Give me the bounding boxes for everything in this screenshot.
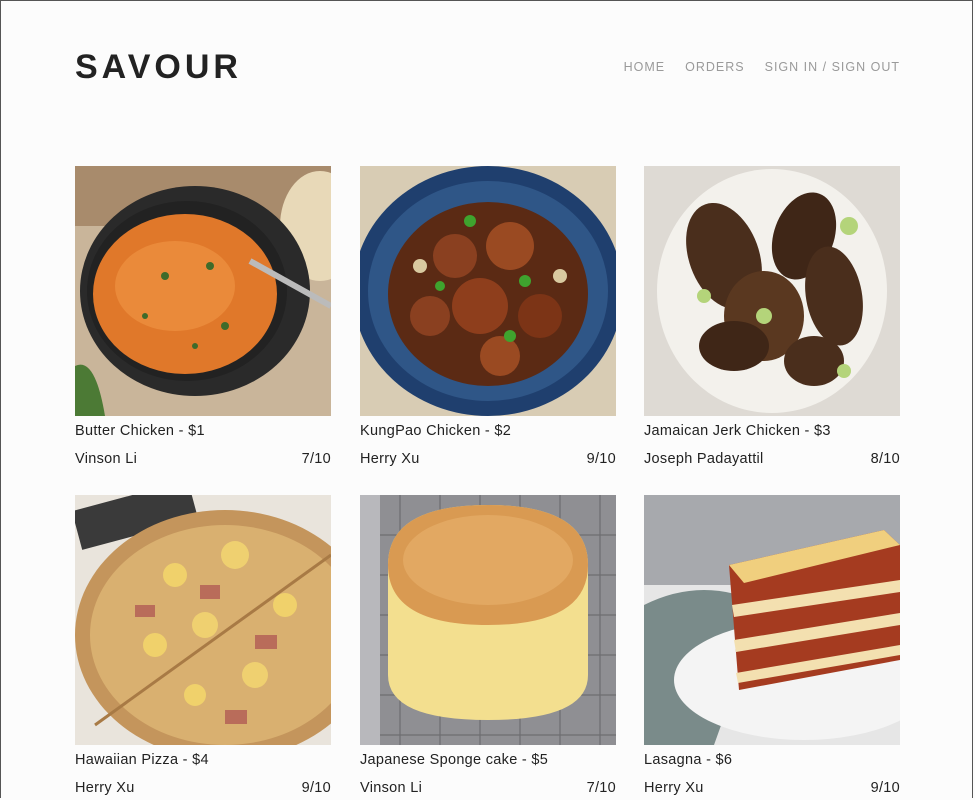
dish-author: Vinson Li	[360, 780, 423, 796]
dish-title[interactable]: Lasagna - $6	[644, 752, 900, 770]
dish-author: Joseph Padayattil	[644, 451, 764, 467]
dish-title[interactable]: KungPao Chicken - $2	[360, 423, 616, 441]
dish-rating: 7/10	[586, 780, 616, 796]
dish-meta: Herry Xu 9/10	[644, 780, 900, 796]
nav-home-link[interactable]: HOME	[624, 60, 666, 74]
kungpao-chicken-photo[interactable]	[360, 166, 616, 416]
main-nav: HOME ORDERS SIGN IN / SIGN OUT	[624, 60, 900, 74]
site-logo[interactable]: SAVOUR	[75, 48, 242, 87]
dish-meta: Vinson Li 7/10	[75, 451, 331, 467]
dish-rating: 9/10	[870, 780, 900, 796]
dish-rating: 8/10	[870, 451, 900, 467]
dish-meta: Joseph Padayattil 8/10	[644, 451, 900, 467]
dish-card[interactable]: Japanese Sponge cake - $5 Vinson Li 7/10	[360, 495, 616, 796]
hawaiian-pizza-photo[interactable]	[75, 495, 331, 745]
site-header: SAVOUR HOME ORDERS SIGN IN / SIGN OUT	[75, 48, 900, 88]
nav-signin-link[interactable]: SIGN IN / SIGN OUT	[765, 60, 900, 74]
dish-meta: Herry Xu 9/10	[360, 451, 616, 467]
dish-title[interactable]: Jamaican Jerk Chicken - $3	[644, 423, 900, 441]
sponge-cake-photo[interactable]	[360, 495, 616, 745]
dish-meta: Vinson Li 7/10	[360, 780, 616, 796]
dish-rating: 7/10	[301, 451, 331, 467]
jerk-chicken-photo[interactable]	[644, 166, 900, 416]
dish-title[interactable]: Hawaiian Pizza - $4	[75, 752, 331, 770]
dish-title[interactable]: Butter Chicken - $1	[75, 423, 331, 441]
dish-author: Herry Xu	[360, 451, 420, 467]
dish-card[interactable]: Jamaican Jerk Chicken - $3 Joseph Padaya…	[644, 166, 900, 467]
dish-author: Herry Xu	[75, 780, 135, 796]
butter-chicken-photo[interactable]	[75, 166, 331, 416]
dish-rating: 9/10	[301, 780, 331, 796]
dish-meta: Herry Xu 9/10	[75, 780, 331, 796]
dish-card[interactable]: Hawaiian Pizza - $4 Herry Xu 9/10	[75, 495, 331, 796]
dish-card[interactable]: KungPao Chicken - $2 Herry Xu 9/10	[360, 166, 616, 467]
dish-card[interactable]: Lasagna - $6 Herry Xu 9/10	[644, 495, 900, 796]
dish-title[interactable]: Japanese Sponge cake - $5	[360, 752, 616, 770]
dish-author: Herry Xu	[644, 780, 704, 796]
nav-orders-link[interactable]: ORDERS	[685, 60, 744, 74]
dish-card[interactable]: Butter Chicken - $1 Vinson Li 7/10	[75, 166, 331, 467]
dish-author: Vinson Li	[75, 451, 138, 467]
dish-rating: 9/10	[586, 451, 616, 467]
lasagna-photo[interactable]	[644, 495, 900, 745]
